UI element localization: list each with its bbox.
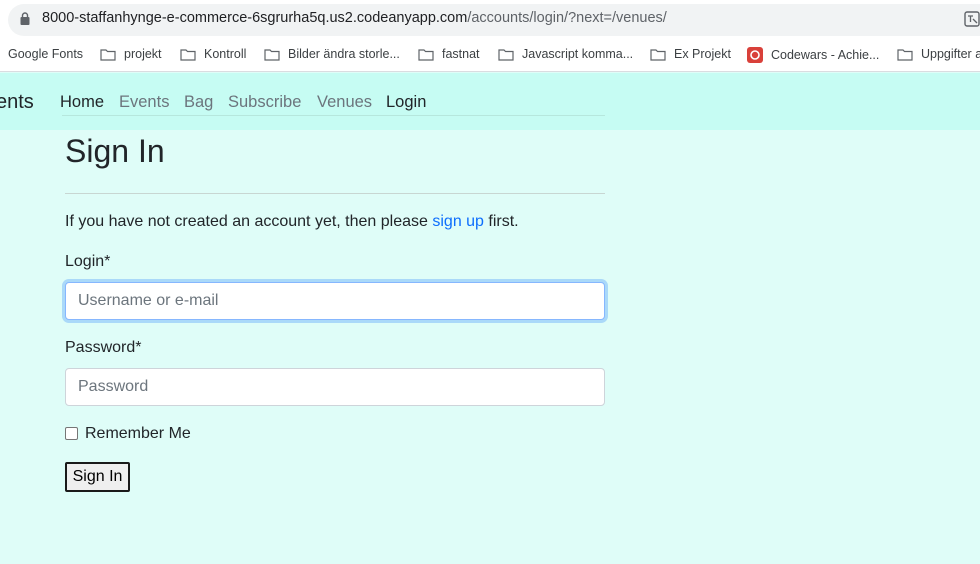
login-label: Login*	[65, 253, 111, 270]
url-text[interactable]: 8000-staffanhynge-e-commerce-6sgrurha5q.…	[42, 10, 667, 26]
bookmark-label: Kontroll	[204, 47, 247, 61]
address-bar: 8000-staffanhynge-e-commerce-6sgrurha5q.…	[0, 0, 980, 40]
bookmark-codewars[interactable]: Codewars - Achie...	[747, 47, 879, 63]
folder-icon	[897, 48, 913, 61]
intro-before: If you have not created an account yet, …	[65, 213, 433, 230]
folder-icon	[650, 48, 666, 61]
bookmark-label: Bilder ändra storle...	[288, 47, 400, 61]
intro-after: first.	[483, 213, 519, 230]
bookmark-label: Uppgifter a	[921, 47, 980, 61]
login-input[interactable]	[65, 282, 605, 320]
nav-home[interactable]: Home	[60, 93, 104, 112]
nav-divider	[62, 115, 605, 116]
remember-me-checkbox[interactable]	[65, 427, 78, 440]
bookmark-label: Javascript komma...	[522, 47, 634, 61]
folder-icon	[100, 48, 116, 61]
nav-events[interactable]: Events	[119, 93, 169, 112]
url-path: /accounts/login/?next=/venues/	[467, 10, 667, 26]
url-host: 8000-staffanhynge-e-commerce-6sgrurha5q.…	[42, 10, 468, 26]
bookmark-javascript[interactable]: Javascript komma...	[498, 47, 633, 61]
bookmark-label: fastnat	[442, 47, 480, 61]
remember-me-label[interactable]: Remember Me	[85, 425, 191, 443]
title-divider	[65, 193, 605, 194]
bookmark-fastnat[interactable]: fastnat	[418, 47, 480, 61]
folder-icon	[264, 48, 280, 61]
nav-login[interactable]: Login	[386, 93, 426, 112]
lock-icon[interactable]	[20, 12, 30, 25]
codewars-icon	[747, 47, 763, 63]
folder-icon	[180, 48, 196, 61]
nav-venues[interactable]: Venues	[317, 93, 372, 112]
bookmark-uppgifter[interactable]: Uppgifter a	[897, 47, 980, 61]
password-label: Password*	[65, 339, 142, 356]
page-title: Sign In	[65, 133, 165, 169]
sign-in-button[interactable]: Sign In	[65, 462, 130, 492]
translate-icon[interactable]	[964, 11, 980, 27]
folder-icon	[418, 48, 434, 61]
bookmark-label: Google Fonts	[8, 47, 84, 61]
nav-bag[interactable]: Bag	[184, 93, 213, 112]
bookmark-bilder[interactable]: Bilder ändra storle...	[264, 47, 400, 61]
bookmarks-bar: Google Fonts projekt Kontroll Bilder änd…	[0, 40, 980, 72]
bookmark-projekt[interactable]: projekt	[100, 47, 162, 61]
nav-subscribe[interactable]: Subscribe	[228, 93, 301, 112]
bookmark-label: projekt	[124, 47, 162, 61]
brand-logo[interactable]: ents	[0, 91, 34, 114]
bookmark-label: Ex Projekt	[674, 47, 731, 61]
bookmark-ex-projekt[interactable]: Ex Projekt	[650, 47, 731, 61]
bookmark-label: Codewars - Achie...	[771, 48, 880, 62]
password-input[interactable]	[65, 368, 605, 406]
folder-icon	[498, 48, 514, 61]
bookmark-google-fonts[interactable]: Google Fonts	[8, 47, 83, 61]
bookmark-kontroll[interactable]: Kontroll	[180, 47, 246, 61]
signup-link[interactable]: sign up	[432, 213, 484, 230]
site-navbar: ents Home Events Bag Subscribe Venues Lo…	[0, 73, 980, 130]
intro-text: If you have not created an account yet, …	[65, 213, 519, 231]
